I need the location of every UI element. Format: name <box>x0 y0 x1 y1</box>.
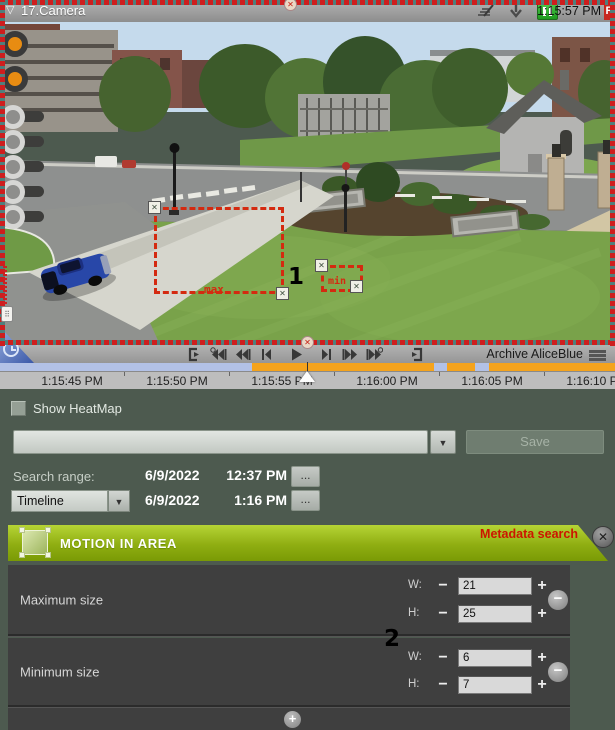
row-separator <box>8 634 570 637</box>
timeline-playhead[interactable] <box>299 371 315 382</box>
search-range-label: Search range: <box>13 469 95 484</box>
ptz-toggle-1[interactable] <box>2 31 28 57</box>
max-width-input[interactable] <box>458 577 532 595</box>
min-region-handle-tl[interactable]: ✕ <box>315 259 328 272</box>
min-region-label: min <box>328 276 346 287</box>
fast-rewind-icon[interactable] <box>234 347 251 362</box>
maximum-size-row: Maximum size W: − + H: − + − <box>8 565 570 634</box>
ptz-toggle-2[interactable] <box>2 66 28 92</box>
min-region-handle-br[interactable]: ✕ <box>350 280 363 293</box>
max-height-plus-button[interactable]: + <box>535 605 549 622</box>
show-heatmap-label[interactable]: Show HeatMap <box>33 401 122 416</box>
save-button[interactable]: Save <box>466 430 604 454</box>
max-width-label: W: <box>408 579 422 591</box>
metadata-search-badge: Metadata search <box>480 527 578 541</box>
minimum-size-label: Minimum size <box>20 664 99 679</box>
edit-notes-icon[interactable] <box>476 3 496 19</box>
camera-video-frame <box>0 22 615 345</box>
search-region-border-top[interactable] <box>0 0 615 5</box>
remove-minimum-size-button[interactable]: − <box>548 662 568 682</box>
close-search-button[interactable]: ✕ <box>592 526 614 548</box>
timeline-tick: 1:15:45 PM <box>27 374 117 388</box>
archive-selector[interactable]: Archive AliceBlue <box>486 347 583 361</box>
timeline-tick: 1:15:50 PM <box>132 374 222 388</box>
step-back-icon[interactable] <box>258 347 275 362</box>
min-height-input[interactable] <box>458 676 532 694</box>
region-grip-handle[interactable]: ⠿ <box>1 306 13 322</box>
region-delete-icon-bottom[interactable]: ✕ <box>301 336 314 349</box>
step-forward-icon[interactable] <box>318 347 335 362</box>
min-width-input[interactable] <box>458 649 532 667</box>
search-region-border-right[interactable] <box>610 0 615 346</box>
recording-segment <box>447 363 475 371</box>
remove-maximum-size-button[interactable]: − <box>548 590 568 610</box>
min-width-plus-button[interactable]: + <box>535 649 549 666</box>
region-vertical-label <box>3 266 7 304</box>
export-down-arrow-icon[interactable] <box>506 3 526 19</box>
min-width-label: W: <box>408 651 422 663</box>
max-width-minus-button[interactable]: − <box>436 577 450 594</box>
recording-segment <box>489 363 615 371</box>
search-mode-select[interactable]: Timeline <box>11 490 108 512</box>
prev-day-icon[interactable] <box>210 347 227 362</box>
callout-2: 2 <box>384 626 400 652</box>
fast-forward-icon[interactable] <box>342 347 359 362</box>
preset-combo-arrow[interactable]: ▼ <box>430 430 456 454</box>
show-heatmap-checkbox[interactable] <box>11 401 26 416</box>
play-icon[interactable] <box>288 347 305 362</box>
max-width-plus-button[interactable]: + <box>535 577 549 594</box>
motion-region-icon <box>22 530 48 555</box>
min-height-plus-button[interactable]: + <box>535 676 549 693</box>
next-day-icon[interactable] <box>366 347 383 362</box>
search-from-time: 12:37 PM <box>222 467 287 483</box>
minimum-size-row: Minimum size W: − + H: − + − <box>8 638 570 705</box>
camera-search-window: ✕ ✕ max ✕ ✕ min 1 2 ✕ ✕ ⠿ ▽ 17.Camera 1:… <box>0 0 615 730</box>
recording-segment <box>252 363 434 371</box>
timeline-tick: 1:16:00 PM <box>342 374 432 388</box>
motion-in-area-title: MOTION IN AREA <box>60 536 177 551</box>
transport-controls <box>186 347 425 362</box>
min-height-label: H: <box>408 678 420 690</box>
max-region-handle-tl[interactable]: ✕ <box>148 201 161 214</box>
playback-menu-icon[interactable] <box>589 350 606 353</box>
max-region-label: max <box>204 283 224 296</box>
to-date-browse-button[interactable]: ... <box>291 490 320 511</box>
from-date-browse-button[interactable]: ... <box>291 466 320 487</box>
archive-end-icon[interactable] <box>408 347 425 362</box>
maximum-size-label: Maximum size <box>20 592 103 607</box>
timeline-tick: 1:16:05 PM <box>447 374 537 388</box>
archive-begin-icon[interactable] <box>186 347 203 362</box>
min-width-minus-button[interactable]: − <box>436 649 450 666</box>
search-mode-arrow[interactable]: ▼ <box>108 490 130 512</box>
search-to-date: 6/9/2022 <box>145 492 200 508</box>
camera-title: 17.Camera <box>21 3 85 18</box>
min-height-minus-button[interactable]: − <box>436 676 450 693</box>
max-height-label: H: <box>408 607 420 619</box>
callout-1: 1 <box>288 264 304 290</box>
timeline-tick: 1:16:10 PM <box>552 374 615 388</box>
max-motion-region[interactable] <box>154 207 284 294</box>
camera-timestamp: 1:15:57 PM <box>537 4 601 18</box>
search-from-date: 6/9/2022 <box>145 467 200 483</box>
add-condition-button[interactable]: + <box>284 711 301 728</box>
search-to-time: 1:16 PM <box>222 492 287 508</box>
max-height-input[interactable] <box>458 605 532 623</box>
preset-combo[interactable] <box>13 430 428 454</box>
max-height-minus-button[interactable]: − <box>436 605 450 622</box>
